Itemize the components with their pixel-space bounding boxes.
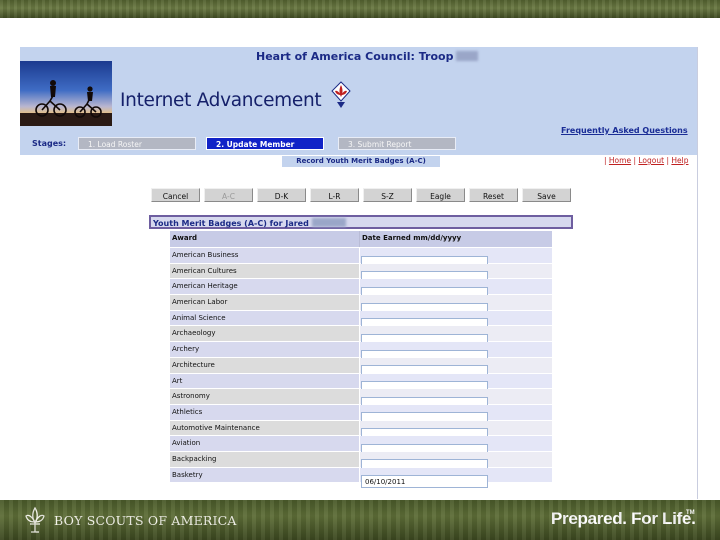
table-row: Art bbox=[170, 372, 552, 394]
date-cell bbox=[360, 295, 552, 316]
table-row: Architecture bbox=[170, 356, 552, 379]
table-row: Athletics bbox=[170, 403, 552, 426]
table-row: Animal Science bbox=[170, 309, 552, 332]
date-cell bbox=[360, 467, 552, 489]
table-row: Archery bbox=[170, 341, 552, 363]
table-row: American Business bbox=[170, 247, 552, 269]
award-name: Archery bbox=[170, 342, 360, 357]
table-row: Automotive Maintenance bbox=[170, 419, 552, 442]
award-name: Basketry bbox=[170, 467, 360, 483]
range-s-z-button[interactable]: S-Z bbox=[363, 188, 412, 202]
award-name: Animal Science bbox=[170, 310, 360, 326]
council-title-text: Heart of America Council: Troop bbox=[256, 50, 454, 63]
table-row: American Heritage bbox=[170, 278, 552, 300]
table-row: Backpacking bbox=[170, 450, 552, 473]
date-cell bbox=[360, 373, 552, 394]
award-name: Aviation bbox=[170, 436, 360, 451]
column-header-award: Award bbox=[170, 231, 360, 247]
app-header: Heart of America Council: Troop Internet… bbox=[20, 47, 697, 155]
section-title-text: Youth Merit Badges (A-C) for Jared bbox=[153, 219, 309, 228]
date-cell bbox=[360, 357, 552, 379]
column-header-date: Date Earned mm/dd/yyyy bbox=[362, 234, 462, 242]
cancel-button[interactable]: Cancel bbox=[151, 188, 200, 202]
range-d-k-button[interactable]: D-K bbox=[257, 188, 306, 202]
redacted-last-name bbox=[311, 218, 346, 227]
date-cell bbox=[360, 248, 552, 269]
award-name: Automotive Maintenance bbox=[170, 420, 360, 436]
bottom-branding-band: BOY SCOUTS OF AMERICA Prepared. For Life… bbox=[0, 500, 720, 540]
nav-separator: | bbox=[604, 156, 607, 165]
home-link[interactable]: Home bbox=[609, 156, 631, 165]
section-title: Youth Merit Badges (A-C) for Jared bbox=[149, 215, 573, 229]
cyclists-sunset-photo bbox=[20, 61, 112, 126]
stage-update-member[interactable]: 2. Update Member bbox=[206, 137, 324, 150]
redacted-troop-number bbox=[456, 51, 479, 61]
reset-button[interactable]: Reset bbox=[469, 188, 518, 202]
table-row: American Labor bbox=[170, 294, 552, 316]
date-earned-input[interactable] bbox=[361, 475, 488, 489]
award-name: American Cultures bbox=[170, 263, 360, 279]
date-cell bbox=[360, 263, 552, 285]
nav-separator: | bbox=[633, 156, 636, 165]
bsa-fleur-de-lis-icon bbox=[22, 506, 48, 534]
award-name: Athletics bbox=[170, 404, 360, 420]
table-row: Basketry bbox=[170, 466, 552, 489]
table-header: Award Date Earned mm/dd/yyyy bbox=[170, 231, 552, 247]
award-name: American Heritage bbox=[170, 279, 360, 295]
award-name: American Labor bbox=[170, 295, 360, 310]
table-row: American Cultures bbox=[170, 262, 552, 285]
award-name: Backpacking bbox=[170, 451, 360, 467]
stage-submit-report[interactable]: 3. Submit Report bbox=[338, 137, 456, 150]
council-title: Heart of America Council: Troop bbox=[256, 50, 479, 63]
stage-load-roster[interactable]: 1. Load Roster bbox=[78, 137, 196, 150]
date-cell bbox=[360, 451, 552, 473]
nav-separator: | bbox=[666, 156, 669, 165]
table-body: American Business American Cultures Americ… bbox=[170, 247, 552, 489]
award-name: American Business bbox=[170, 248, 360, 263]
award-name: Archaeology bbox=[170, 326, 360, 342]
date-cell bbox=[360, 342, 552, 363]
award-name: Astronomy bbox=[170, 389, 360, 404]
tagline: Prepared. For Life. bbox=[551, 509, 696, 528]
top-decorative-band bbox=[0, 0, 720, 18]
stages-label: Stages: bbox=[32, 139, 67, 148]
page-subtitle: Record Youth Merit Badges (A-C) bbox=[282, 156, 440, 167]
help-link[interactable]: Help bbox=[671, 156, 688, 165]
trademark-mark: TM bbox=[686, 510, 695, 516]
date-cell bbox=[360, 389, 552, 410]
save-button[interactable]: Save bbox=[522, 188, 571, 202]
date-cell bbox=[360, 279, 552, 300]
date-cell bbox=[360, 420, 552, 442]
range-l-r-button[interactable]: L-R bbox=[310, 188, 359, 202]
award-name: Architecture bbox=[170, 357, 360, 373]
table-row: Astronomy bbox=[170, 388, 552, 410]
eagle-button[interactable]: Eagle bbox=[416, 188, 465, 202]
nav-links: | Home | Logout | Help bbox=[604, 156, 689, 165]
date-cell bbox=[360, 310, 552, 332]
fleur-de-lis-icon bbox=[330, 81, 352, 109]
logout-link[interactable]: Logout bbox=[638, 156, 664, 165]
faq-link[interactable]: Frequently Asked Questions bbox=[561, 126, 688, 135]
table-row: Aviation bbox=[170, 435, 552, 457]
date-cell bbox=[360, 404, 552, 426]
table-row: Archaeology bbox=[170, 325, 552, 347]
date-cell bbox=[360, 326, 552, 347]
award-name: Art bbox=[170, 373, 360, 389]
date-cell bbox=[360, 436, 552, 457]
app-window: Heart of America Council: Troop Internet… bbox=[20, 47, 698, 499]
bsa-org-name: BOY SCOUTS OF AMERICA bbox=[54, 513, 237, 528]
app-title: Internet Advancement bbox=[120, 90, 322, 111]
range-a-c-button[interactable]: A-C bbox=[204, 188, 253, 202]
merit-badge-table: Award Date Earned mm/dd/yyyy American Bu… bbox=[170, 231, 552, 489]
